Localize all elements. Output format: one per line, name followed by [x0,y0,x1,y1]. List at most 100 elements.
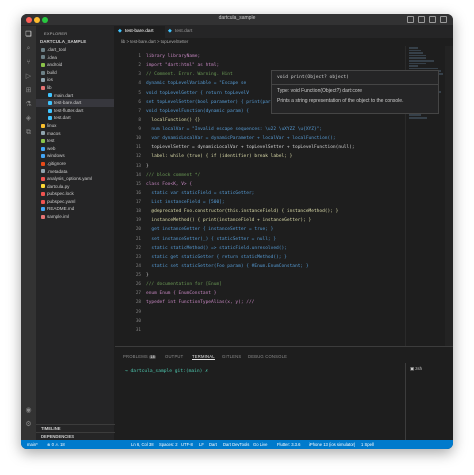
code-line[interactable]: } [146,162,404,171]
code-line[interactable]: set instanceSetter(_) { staticSetter = n… [146,235,404,244]
status-item[interactable]: ⊗ 0 ⚠ 18 [47,440,65,449]
terminal-instance[interactable]: ▣ zsh [406,363,453,375]
tree-item[interactable]: linux [36,122,114,130]
tree-item[interactable]: .metadata [36,168,114,176]
status-item[interactable]: LF [199,440,204,449]
tree-item-label: dartcula.py [47,183,70,189]
terminal-prompt[interactable]: → dartcula_sample git:(main) ✗ [125,369,208,374]
status-item[interactable]: Dart [209,440,217,449]
status-item[interactable]: Dart DevTools [223,440,249,449]
code-line[interactable]: num localVar = "Invalid escape sequences… [146,125,404,134]
tab-output[interactable]: OUTPUT [165,354,183,359]
tree-item[interactable]: analysis_options.yaml [36,175,114,183]
tree-item[interactable]: main.dart [36,92,114,100]
tree-item-label: build [47,69,57,75]
tab-problems[interactable]: PROBLEMS 18 [123,354,157,359]
tree-item[interactable]: .gitignore [36,160,114,168]
breadcrumb[interactable]: lib > test-bare.dart > topLevelSetter [115,38,453,46]
tree-item[interactable]: test-flutter.dart [36,107,114,115]
tab-test-dart[interactable]: ◆ test.dart [165,26,205,38]
status-item[interactable]: UTF-8 [181,440,193,449]
code-line[interactable]: import "dart:html" as html; [146,61,404,70]
run-debug-icon[interactable]: ▷ [24,72,33,81]
tree-item[interactable]: .idea [36,54,114,62]
code-line[interactable]: /// documentation for [Enum] [146,280,404,289]
editor-scrollbar[interactable] [445,46,453,346]
tree-item[interactable]: android [36,61,114,69]
code-line[interactable]: enum Enum { EnumConstant } [146,289,404,298]
toggle-panel-icon[interactable] [418,16,425,23]
tree-item[interactable]: test.dart [36,114,114,122]
tree-item[interactable]: sample.iml [36,213,114,221]
tab-test-bare-dart[interactable]: ◆ test-bare.dart [115,26,165,38]
status-item[interactable]: 1 Spell [361,440,374,449]
tree-item[interactable]: windows [36,152,114,160]
timeline-section[interactable]: TIMELINE [36,424,115,432]
code-line[interactable]: var dynamicLocalVar = dynamicParameter +… [146,134,404,143]
code-line[interactable]: topLevelSetter = dynamicLocalVar + topLe… [146,143,404,152]
tree-item[interactable]: dartcula.py [36,183,114,191]
tree-item[interactable]: test [36,137,114,145]
hover-tooltip: void print(Object? object) Type: void Fu… [271,70,439,114]
code-line[interactable]: static staticMethod() => staticField.unr… [146,244,404,253]
file-icon [41,184,45,189]
code-line[interactable]: class Foo<K, V> { [146,180,404,189]
tree-item[interactable]: web [36,145,114,153]
workspace-root-folder[interactable]: DARTCULA_SAMPLE [36,36,114,44]
code-line[interactable]: instanceMethod() { print(instanceField +… [146,216,404,225]
tree-item-label: ios [47,77,53,83]
code-line[interactable]: label: while (true) { if (identifier) br… [146,152,404,161]
tree-item[interactable]: lib [36,84,114,92]
toggle-secondary-sidebar-icon[interactable] [429,16,436,23]
code-line[interactable] [146,308,404,317]
tab-terminal[interactable]: TERMINAL [192,354,215,360]
status-item[interactable]: Flutter: 3.3.6 [277,440,301,449]
remote-explorer-icon[interactable]: ⧉ [24,128,33,137]
tab-debug-console[interactable]: DEBUG CONSOLE [248,354,287,359]
extensions-icon[interactable]: ⊞ [24,86,33,95]
code-line[interactable]: List instanceField = [500]; [146,198,404,207]
tree-item[interactable]: README.md [36,205,114,213]
code-line[interactable]: localFunction() {} [146,116,404,125]
source-control-icon[interactable]: ⑂ [24,58,33,67]
toggle-sidebar-icon[interactable] [407,16,414,23]
code-line[interactable] [146,326,404,335]
tab-gitlens[interactable]: GITLENS [222,354,241,359]
tree-item-label: .idea [47,54,57,60]
code-line[interactable]: get instanceGetter { instanceSetter = tr… [146,225,404,234]
tree-item-label: analysis_options.yaml [47,176,92,182]
status-item[interactable]: Ln 6, Col 38 [131,440,154,449]
tree-item[interactable]: pubspec.yaml [36,198,114,206]
code-line[interactable]: library libraryName; [146,52,404,61]
code-line[interactable]: static get staticGetter { return staticM… [146,253,404,262]
code-line[interactable]: static set staticSetter(Foo param) { #En… [146,262,404,271]
code-line[interactable] [146,317,404,326]
code-line[interactable]: /// block comment */ [146,171,404,180]
dependencies-section[interactable]: DEPENDENCIES [36,432,115,440]
tree-item[interactable]: pubspec.lock [36,190,114,198]
tree-item[interactable]: macos [36,130,114,138]
explorer-icon[interactable]: ❏ [24,30,33,39]
code-line[interactable]: static var staticField = staticGetter; [146,189,404,198]
tree-item[interactable]: .dart_tool [36,46,114,54]
status-item[interactable]: iPhone 13 (ios simulator) [309,440,355,449]
testing-icon[interactable]: ⚗ [24,100,33,109]
search-icon[interactable]: ⌕ [24,44,33,53]
terminal-list: ▣ zsh [405,363,453,441]
code-line[interactable]: typedef int FunctionTypeAlias(x, y); /// [146,298,404,307]
line-number: 15 [135,181,141,187]
account-icon[interactable]: ◉ [24,406,33,415]
code-line[interactable]: @deprecated Foo.constructor(this.instanc… [146,207,404,216]
tree-item[interactable]: build [36,69,114,77]
status-item[interactable]: Go Live [253,440,267,449]
gitlens-icon[interactable]: ◈ [24,114,33,123]
minimap-line [409,59,435,62]
tree-item[interactable]: test-bare.dart [36,99,114,107]
status-item[interactable]: Spaces: 2 [159,440,178,449]
code-line[interactable]: } [146,271,404,280]
gear-icon[interactable]: ⚙ [24,420,33,429]
status-item[interactable]: main* [27,440,38,449]
tree-item[interactable]: ios [36,76,114,84]
customize-layout-icon[interactable] [440,16,447,23]
file-icon [41,199,45,204]
